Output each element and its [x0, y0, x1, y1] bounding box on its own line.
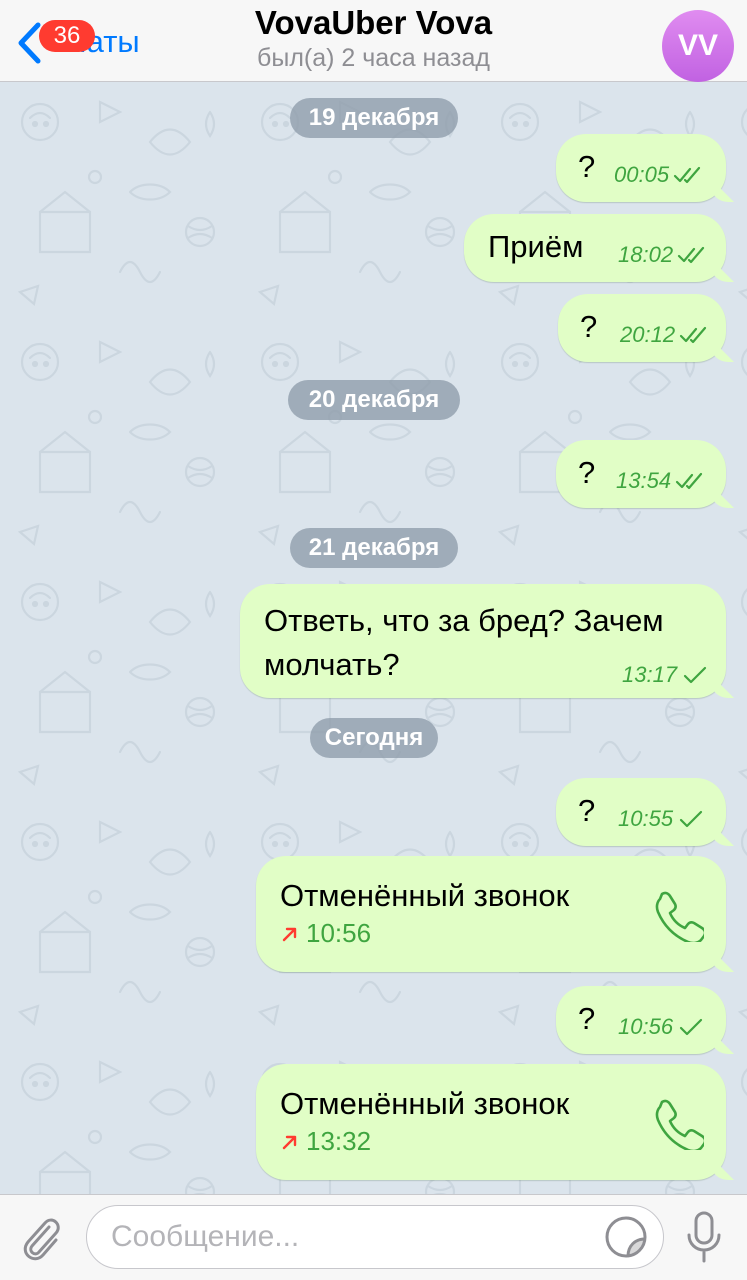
single-check-icon	[679, 1018, 703, 1036]
date-separator: Сегодня	[310, 718, 438, 758]
call-title: Отменённый звонок	[280, 1086, 570, 1121]
sticker-icon[interactable]	[604, 1215, 648, 1259]
message-time: 18:02	[618, 242, 674, 267]
message-time: 13:54	[616, 468, 672, 493]
message-text: Приём	[488, 229, 584, 264]
message-text: ?	[578, 149, 596, 184]
message-meta: 00:05	[614, 162, 703, 188]
call-meta: 13:32	[280, 1126, 371, 1157]
message-bubble[interactable]: Ответь, что за бред? Зачем молчать? 13:1…	[240, 584, 726, 698]
date-separator: 19 декабря	[290, 98, 458, 138]
double-check-icon	[679, 326, 707, 344]
message-text: ?	[578, 455, 596, 490]
message-text: ?	[578, 793, 596, 828]
single-check-icon	[679, 810, 703, 828]
double-check-icon	[675, 472, 703, 490]
composer-bar	[0, 1194, 747, 1280]
outgoing-arrow-icon	[282, 927, 297, 941]
message-time: 00:05	[614, 162, 670, 187]
message-time: 20:12	[620, 322, 676, 347]
message-bubble[interactable]: ? 10:55	[556, 778, 726, 846]
chat-title[interactable]: VovaUber Vova	[0, 4, 747, 42]
message-list[interactable]: 19 декабря ? 00:05 Приём 18:02 ? 20:12 2…	[0, 82, 747, 1194]
call-bubble[interactable]: Отменённый звонок 10:56	[256, 856, 726, 972]
call-meta: 10:56	[280, 918, 371, 949]
message-meta: 13:54	[616, 468, 705, 494]
date-separator: 20 декабря	[288, 380, 460, 420]
call-bubble[interactable]: Отменённый звонок 13:32	[256, 1064, 726, 1180]
call-time: 13:32	[306, 1126, 372, 1156]
single-check-icon	[683, 666, 707, 684]
message-bubble[interactable]: ? 10:56	[556, 986, 726, 1054]
date-separator: 21 декабря	[290, 528, 458, 568]
chat-status: был(а) 2 часа назад	[257, 44, 490, 72]
paperclip-icon[interactable]	[18, 1213, 64, 1263]
message-bubble[interactable]: ? 20:12	[558, 294, 726, 362]
phone-icon[interactable]	[648, 886, 704, 942]
phone-icon[interactable]	[648, 1094, 704, 1150]
message-text-line: Ответь, что за бред? Зачем	[264, 603, 664, 638]
message-meta: 10:56	[618, 1014, 707, 1040]
call-time: 10:56	[306, 918, 372, 948]
call-title: Отменённый звонок	[280, 878, 570, 913]
unread-badge: 36	[39, 20, 95, 52]
message-meta: 18:02	[618, 242, 707, 268]
message-bubble[interactable]: ? 13:54	[556, 440, 726, 508]
outgoing-arrow-icon	[282, 1135, 297, 1149]
message-text: ?	[580, 309, 598, 344]
message-bubble[interactable]: Приём 18:02	[464, 214, 726, 282]
message-input[interactable]	[86, 1205, 664, 1269]
double-check-icon	[673, 166, 701, 184]
message-text-line: молчать?	[264, 647, 400, 682]
message-text: ?	[578, 1001, 596, 1036]
message-meta: 10:55	[618, 806, 707, 832]
microphone-icon[interactable]	[684, 1209, 724, 1265]
message-bubble[interactable]: ? 00:05	[556, 134, 726, 202]
avatar[interactable]: VV	[662, 10, 734, 82]
message-time: 13:17	[622, 662, 678, 687]
chat-header: Чаты 36 VovaUber Vova был(а) 2 часа наза…	[0, 0, 747, 82]
message-time: 10:55	[618, 806, 674, 831]
message-meta: 20:12	[620, 322, 709, 348]
message-meta: 13:17	[622, 662, 711, 688]
double-check-icon	[677, 246, 705, 264]
message-time: 10:56	[618, 1014, 674, 1039]
